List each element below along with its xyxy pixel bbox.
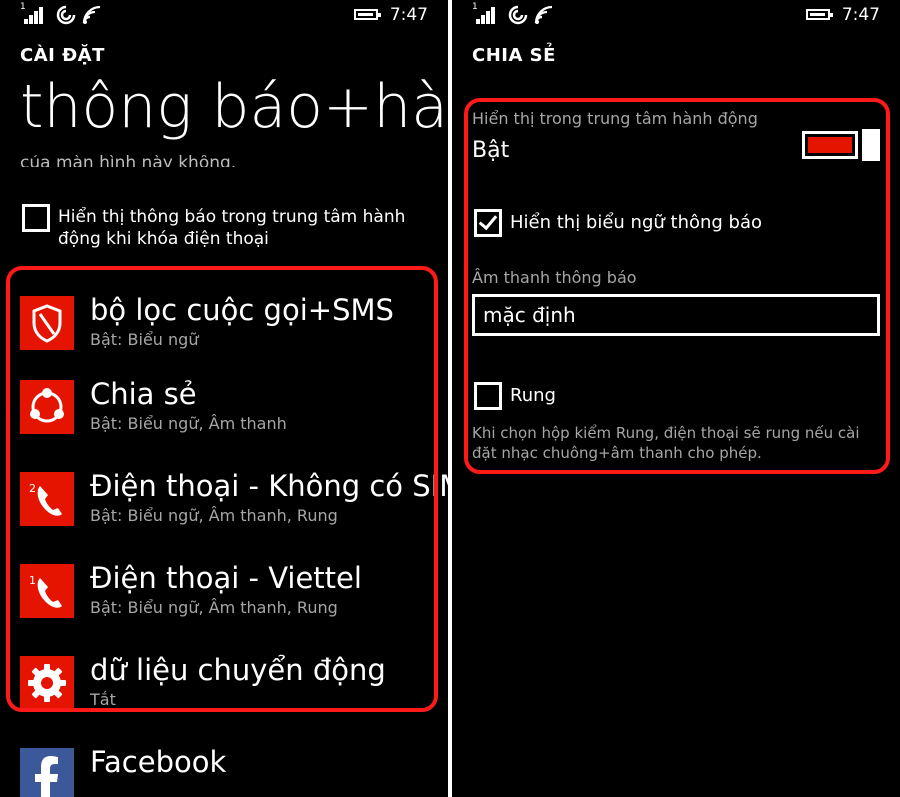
app-title: CÀI ĐẶT bbox=[20, 45, 105, 66]
battery-icon bbox=[806, 9, 833, 20]
clock: 7:47 bbox=[389, 5, 428, 25]
signal-icon: 1 bbox=[20, 2, 46, 24]
lock-screen-checkbox-label[interactable]: Hiển thị thông báo trong trung tâm hành … bbox=[58, 206, 438, 250]
app-name: Facebook bbox=[90, 745, 227, 779]
data-sense-icon bbox=[56, 5, 76, 25]
lock-screen-checkbox[interactable] bbox=[22, 204, 50, 232]
wifi-icon bbox=[82, 5, 101, 24]
page-title: thông báo+hành bbox=[20, 72, 448, 142]
app-item-facebook[interactable]: Facebook bbox=[20, 745, 448, 797]
data-sense-icon bbox=[508, 5, 528, 25]
app-title: CHIA SẺ bbox=[472, 45, 556, 66]
highlight-box bbox=[6, 266, 438, 712]
app-tile bbox=[20, 748, 74, 797]
sim-number: 1 bbox=[472, 2, 478, 12]
battery-icon bbox=[354, 9, 381, 20]
share-notification-settings-screen: 1 7:47 CHIA SẺ Hiển thị trong trung tâm … bbox=[452, 0, 900, 797]
notifications-settings-screen: 1 7:47 CÀI ĐẶT thông báo+hành của màn hì… bbox=[0, 0, 448, 797]
clock: 7:47 bbox=[841, 5, 880, 25]
scrolled-text: của màn hình này không. bbox=[20, 155, 237, 167]
highlight-box bbox=[464, 98, 890, 474]
status-bar: 1 7:47 bbox=[0, 0, 448, 30]
wifi-icon bbox=[534, 5, 553, 24]
facebook-icon bbox=[35, 756, 58, 797]
signal-icon: 1 bbox=[472, 2, 498, 24]
sim-number: 1 bbox=[20, 2, 26, 12]
status-bar: 1 7:47 bbox=[452, 0, 900, 30]
